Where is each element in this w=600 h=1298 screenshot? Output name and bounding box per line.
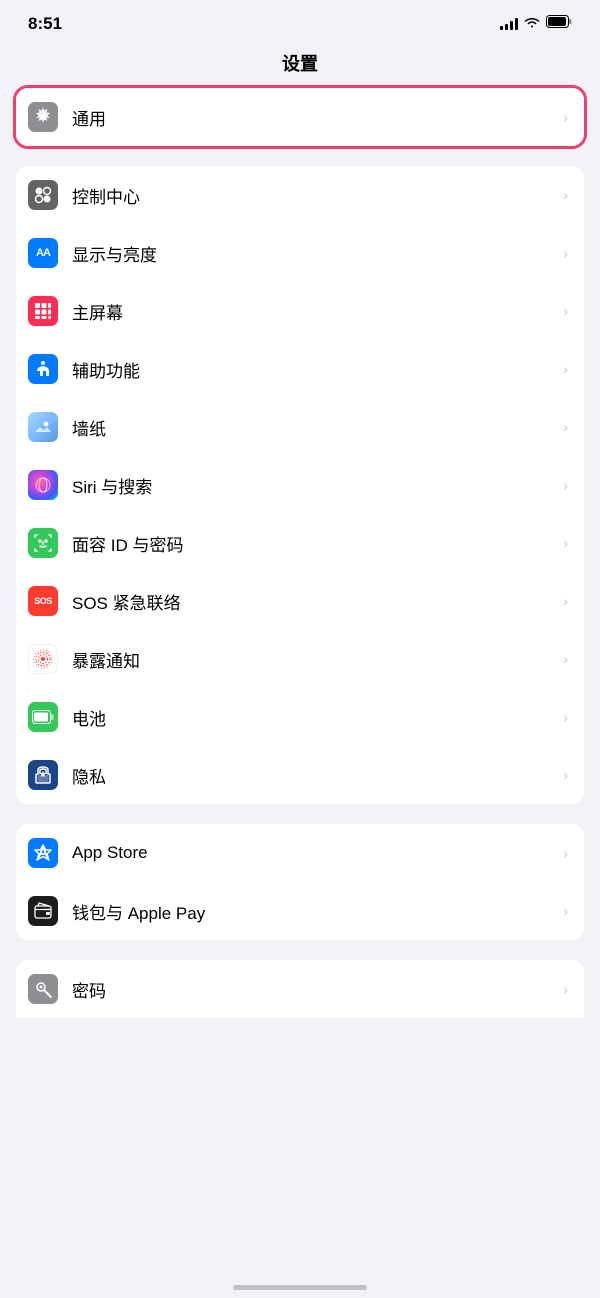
status-time: 8:51	[28, 14, 62, 34]
app-store-icon	[28, 838, 58, 868]
settings-group-display: 控制中心 › AA 显示与亮度 › 主屏幕 ›	[16, 166, 584, 804]
sos-chevron: ›	[563, 593, 568, 609]
privacy-chevron: ›	[563, 767, 568, 783]
password-icon	[28, 974, 58, 1004]
app-store-chevron: ›	[563, 845, 568, 861]
exposure-icon	[28, 644, 58, 674]
app-store-label: App Store	[72, 843, 557, 863]
display-label: 显示与亮度	[72, 241, 557, 266]
settings-row-faceid[interactable]: 面容 ID 与密码 ›	[16, 514, 584, 572]
settings-row-wallpaper[interactable]: 墙纸 ›	[16, 398, 584, 456]
display-icon: AA	[28, 238, 58, 268]
sos-label: SOS 紧急联络	[72, 589, 557, 614]
home-screen-icon	[28, 296, 58, 326]
settings-row-exposure[interactable]: 暴露通知 ›	[16, 630, 584, 688]
faceid-icon	[28, 528, 58, 558]
siri-icon	[28, 470, 58, 500]
accessibility-icon	[28, 354, 58, 384]
settings-row-wallet[interactable]: 钱包与 Apple Pay ›	[16, 882, 584, 940]
status-bar: 8:51	[0, 0, 600, 42]
password-label: 密码	[72, 977, 557, 1002]
page-title: 设置	[0, 42, 600, 88]
accessibility-label: 辅助功能	[72, 357, 557, 382]
settings-row-accessibility[interactable]: 辅助功能 ›	[16, 340, 584, 398]
settings-row-app-store[interactable]: App Store ›	[16, 824, 584, 882]
exposure-label: 暴露通知	[72, 647, 557, 672]
home-bar	[233, 1285, 367, 1290]
settings-group-store: App Store › 钱包与 Apple Pay ›	[16, 824, 584, 940]
faceid-chevron: ›	[563, 535, 568, 551]
privacy-icon	[28, 760, 58, 790]
status-icons	[500, 15, 572, 33]
control-center-icon	[28, 180, 58, 210]
signal-icon	[500, 18, 518, 30]
sos-icon: SOS	[28, 586, 58, 616]
settings-group-general: 通用 ›	[16, 88, 584, 146]
wallpaper-chevron: ›	[563, 419, 568, 435]
battery-icon	[546, 15, 572, 33]
wifi-icon	[524, 15, 540, 33]
control-center-chevron: ›	[563, 187, 568, 203]
battery-label: 电池	[72, 705, 557, 730]
general-icon	[28, 102, 58, 132]
settings-row-password[interactable]: 密码 ›	[16, 960, 584, 1018]
settings-row-home-screen[interactable]: 主屏幕 ›	[16, 282, 584, 340]
wallpaper-icon	[28, 412, 58, 442]
password-chevron: ›	[563, 981, 568, 997]
battery-icon	[28, 702, 58, 732]
accessibility-chevron: ›	[563, 361, 568, 377]
faceid-label: 面容 ID 与密码	[72, 531, 557, 556]
settings-group-password: 密码 ›	[16, 960, 584, 1018]
settings-row-general[interactable]: 通用 ›	[16, 88, 584, 146]
general-label: 通用	[72, 105, 557, 130]
privacy-label: 隐私	[72, 763, 557, 788]
settings-row-control-center[interactable]: 控制中心 ›	[16, 166, 584, 224]
display-chevron: ›	[563, 245, 568, 261]
home-screen-chevron: ›	[563, 303, 568, 319]
wallpaper-label: 墙纸	[72, 415, 557, 440]
home-screen-label: 主屏幕	[72, 299, 557, 324]
battery-chevron: ›	[563, 709, 568, 725]
settings-row-battery[interactable]: 电池 ›	[16, 688, 584, 746]
wallet-label: 钱包与 Apple Pay	[72, 899, 557, 924]
settings-row-sos[interactable]: SOS SOS 紧急联络 ›	[16, 572, 584, 630]
wallet-icon	[28, 896, 58, 926]
settings-row-siri[interactable]: Siri 与搜索 ›	[16, 456, 584, 514]
settings-row-display[interactable]: AA 显示与亮度 ›	[16, 224, 584, 282]
exposure-chevron: ›	[563, 651, 568, 667]
settings-row-privacy[interactable]: 隐私 ›	[16, 746, 584, 804]
siri-chevron: ›	[563, 477, 568, 493]
general-chevron: ›	[563, 109, 568, 125]
siri-label: Siri 与搜索	[72, 473, 557, 498]
wallet-chevron: ›	[563, 903, 568, 919]
control-center-label: 控制中心	[72, 183, 557, 208]
